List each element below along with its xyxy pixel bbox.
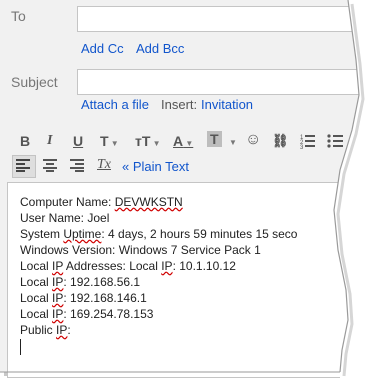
- torn-edge: [0, 0, 366, 378]
